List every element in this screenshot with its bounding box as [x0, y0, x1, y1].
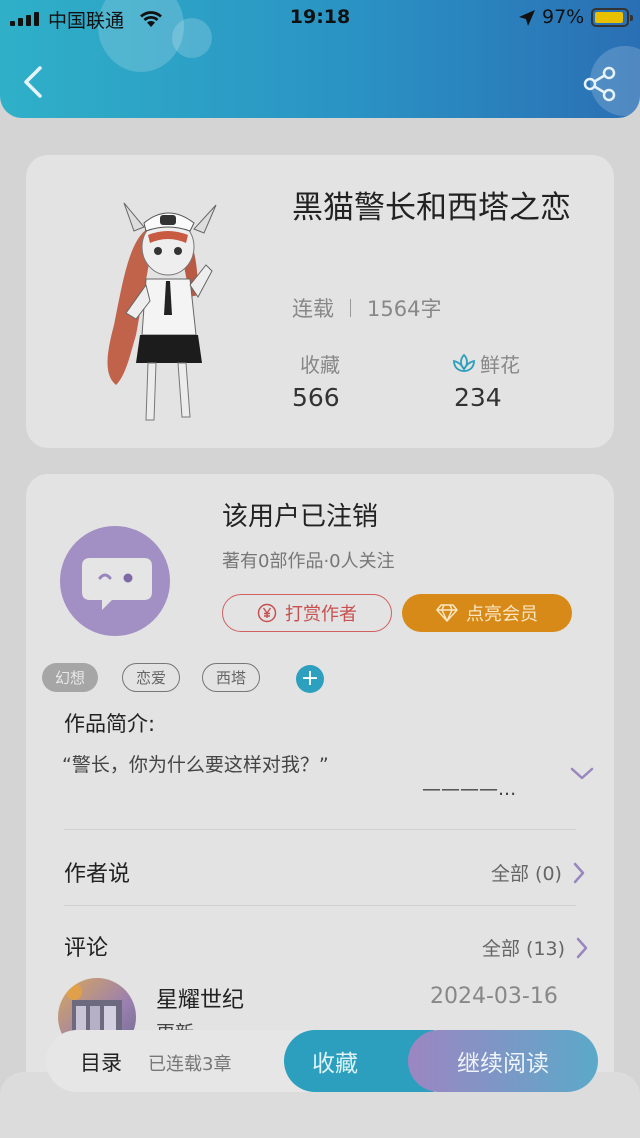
author-name: 该用户已注销: [222, 502, 379, 532]
chat-bubble-icon: [82, 558, 152, 610]
comments-title: 评论: [64, 936, 109, 961]
flowers-value: 234: [454, 383, 502, 412]
author-meta: 著有0部作品·0人关注: [222, 551, 395, 572]
flowers-label: 鲜花: [480, 353, 520, 377]
status-bar: 中国联通 19:18 97%: [0, 0, 640, 40]
author-avatar[interactable]: [60, 526, 170, 636]
serial-status: 连载: [292, 297, 334, 321]
share-button[interactable]: [580, 64, 620, 104]
book-cover-image: [107, 202, 217, 421]
battery-percent: 97%: [542, 6, 585, 28]
add-tag-button[interactable]: +: [296, 665, 324, 693]
author-says-all-link[interactable]: 全部 (0): [491, 859, 586, 886]
book-title: 黑猫警长和西塔之恋: [292, 190, 571, 226]
share-icon: [583, 66, 616, 102]
continue-reading-button[interactable]: 继续阅读: [408, 1030, 598, 1092]
chevron-right-icon: [576, 937, 588, 958]
header: 中国联通 19:18 97%: [0, 0, 640, 118]
author-says-all-label: 全部 (0): [491, 863, 562, 885]
toc-button[interactable]: 目录: [80, 1047, 122, 1077]
tag-fantasy[interactable]: 幻想: [42, 663, 99, 692]
bottom-action-bar: 目录 已连载3章 收藏 继续阅读: [46, 1030, 598, 1092]
flowers-stat[interactable]: 鲜花: [452, 349, 520, 378]
comment-date: 2024-03-16: [430, 984, 558, 1009]
book-status-line: 连载 1564字: [292, 293, 441, 323]
intro-tail: ————...: [422, 778, 517, 800]
chevron-left-icon: [24, 66, 42, 98]
chevron-right-icon: [573, 862, 585, 883]
vip-label: 点亮会员: [466, 604, 538, 625]
favorites-label: 收藏: [300, 353, 340, 377]
plus-icon: +: [300, 666, 320, 691]
chapter-count: 已连载3章: [148, 1054, 232, 1075]
divider: [64, 829, 576, 830]
vip-button[interactable]: 点亮会员: [402, 594, 572, 632]
continue-reading-label: 继续阅读: [457, 1051, 549, 1077]
lotus-flower-icon: [453, 353, 475, 372]
tip-author-button[interactable]: 打赏作者: [222, 594, 392, 632]
battery-icon: [591, 8, 633, 27]
collect-label: 收藏: [312, 1051, 358, 1077]
back-button[interactable]: [20, 64, 50, 100]
comments-all-link[interactable]: 全部 (13): [482, 934, 589, 961]
intro-text: “警长，你为什么要这样对我？”: [62, 754, 329, 776]
location-arrow-icon: [519, 10, 535, 26]
tip-author-label: 打赏作者: [285, 604, 357, 625]
comment-username[interactable]: 星耀世纪: [156, 982, 244, 1014]
word-count: 1564字: [367, 297, 442, 321]
diamond-icon: [436, 604, 458, 622]
divider: [64, 905, 576, 906]
comments-all-label: 全部 (13): [482, 938, 566, 960]
favorites-value: 566: [292, 383, 340, 412]
tag-romance[interactable]: 恋爱: [122, 663, 181, 692]
book-info-card: 黑猫警长和西塔之恋 连载 1564字 收藏 566 鲜花 234: [26, 155, 614, 448]
separator: [350, 299, 351, 317]
author-says-title: 作者说: [64, 862, 131, 887]
tag-sita[interactable]: 西塔: [202, 663, 261, 692]
yen-coin-icon: [257, 603, 277, 623]
intro-label: 作品简介:: [64, 712, 156, 736]
chevron-down-icon: [570, 767, 594, 780]
expand-intro-button[interactable]: [570, 766, 594, 785]
